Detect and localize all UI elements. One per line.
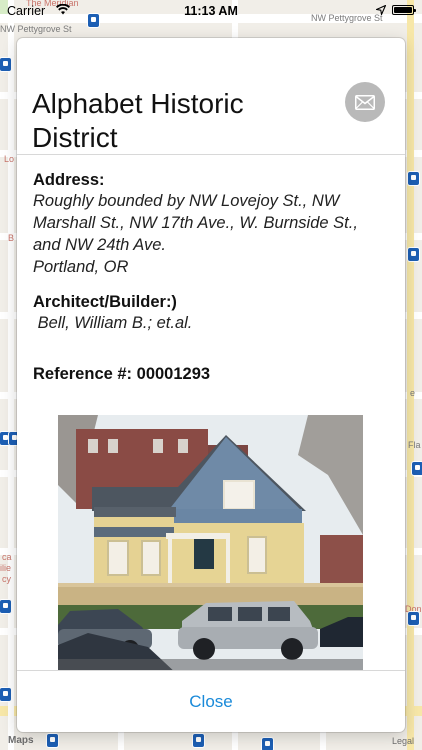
city-value: Portland, OR <box>33 258 129 276</box>
email-share-button[interactable] <box>345 82 385 122</box>
map-place-label: Lo <box>4 154 15 164</box>
battery-icon <box>392 5 416 15</box>
road <box>232 730 238 750</box>
status-time: 11:13 AM <box>184 4 238 18</box>
status-bar: Carrier 11:13 AM <box>0 0 422 22</box>
legal-link[interactable]: Legal <box>392 736 414 746</box>
architect-value: Bell, William B.; et.al. <box>33 314 193 332</box>
architect-section: Architect/Builder:) Bell, William B.; et… <box>33 293 383 334</box>
map-place-label: Fla <box>408 440 421 450</box>
map-pin[interactable] <box>0 688 11 701</box>
map-pin[interactable] <box>408 248 419 261</box>
map-pin[interactable] <box>47 734 58 747</box>
map-pin[interactable] <box>0 58 11 71</box>
modal-body[interactable]: Address: Roughly bounded by NW Lovejoy S… <box>17 155 405 670</box>
location-arrow-icon <box>376 5 386 15</box>
map-pin[interactable] <box>0 600 11 613</box>
address-label: Address: <box>33 171 105 189</box>
map-place-label: e <box>410 388 416 398</box>
map-pin[interactable] <box>412 462 422 475</box>
modal-footer: Close <box>17 670 405 732</box>
historic-house-photo <box>58 415 363 670</box>
map-place-label: ilie <box>0 563 12 573</box>
modal-header: Alphabet Historic District <box>17 38 405 155</box>
address-section: Address: Roughly bounded by NW Lovejoy S… <box>33 171 383 278</box>
maps-logo: Maps <box>8 735 34 746</box>
close-button[interactable]: Close <box>189 692 232 712</box>
map-pin[interactable] <box>408 612 419 625</box>
place-detail-modal: Alphabet Historic District Address: Roug… <box>17 38 405 732</box>
map-pin[interactable] <box>408 172 419 185</box>
reference-value: 00001293 <box>136 365 211 383</box>
map-place-label: B <box>8 233 15 243</box>
road <box>320 730 326 750</box>
reference-section: Reference #: 00001293 <box>33 365 383 384</box>
envelope-icon <box>355 94 375 110</box>
reference-label: Reference #: <box>33 365 133 383</box>
map-pin[interactable] <box>193 734 204 747</box>
place-title: Alphabet Historic District <box>32 87 244 153</box>
architect-label: Architect/Builder:) <box>33 293 177 311</box>
road <box>118 730 124 750</box>
road <box>8 0 14 750</box>
map-street-label: NW Pettygrove St <box>0 24 72 34</box>
map-place-label: cy <box>2 574 11 584</box>
house-illustration <box>58 415 363 670</box>
map-pin[interactable] <box>262 738 273 750</box>
map-place-label: ca <box>2 552 12 562</box>
major-road <box>407 0 414 750</box>
address-value: Roughly bounded by NW Lovejoy St., NW Ma… <box>33 192 358 254</box>
